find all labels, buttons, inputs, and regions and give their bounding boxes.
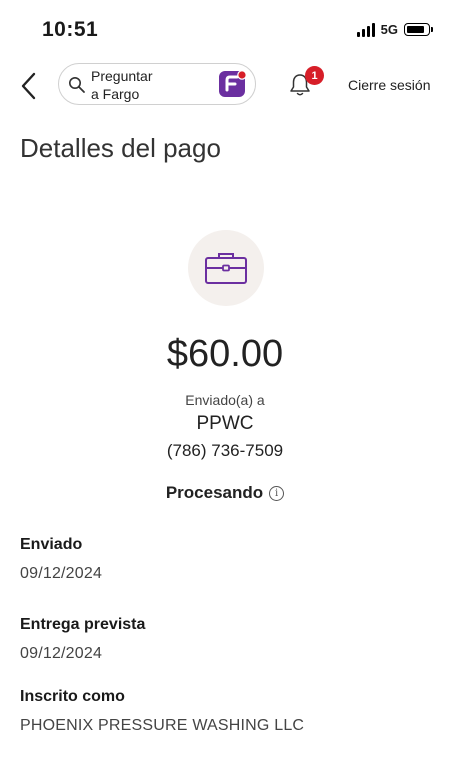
app-header: Preguntar a Fargo 1 Cierre sesión [0, 60, 450, 112]
notification-badge: 1 [305, 66, 324, 85]
enrolled-as-label: Inscrito como [20, 688, 125, 705]
payment-type-icon-container [188, 230, 264, 306]
fargo-logo-icon[interactable] [219, 70, 247, 98]
recipient-phone: (786) 736-7509 [166, 441, 284, 460]
expected-delivery-label: Entrega prevista [20, 616, 146, 633]
status-bar: 10:51 5G [0, 0, 450, 60]
status-label: Procesando [165, 483, 264, 502]
status-indicators: 5G [356, 22, 433, 37]
recipient-name: PPWC [196, 413, 254, 434]
search-icon [69, 77, 85, 93]
battery-icon [404, 23, 433, 36]
ask-fargo-search[interactable]: Preguntar a Fargo [58, 63, 256, 105]
enrolled-as-value: PHOENIX PRESSURE WASHING LLC [20, 717, 305, 734]
search-placeholder: Preguntar a Fargo [91, 68, 153, 102]
signal-icon [356, 22, 375, 37]
payment-amount: $60.00 [166, 333, 284, 375]
sent-to-label: Enviado(a) a [185, 392, 265, 408]
page-title: Detalles del pago [20, 133, 221, 163]
sent-date-value: 09/12/2024 [20, 565, 103, 582]
back-chevron-icon[interactable] [18, 70, 40, 102]
expected-delivery-value: 09/12/2024 [20, 645, 103, 662]
network-type: 5G [380, 22, 398, 37]
logout-button[interactable]: Cierre sesión [348, 77, 430, 93]
sent-date-label: Enviado [20, 536, 83, 553]
status-time: 10:51 [42, 18, 99, 41]
info-icon[interactable]: i [269, 485, 285, 501]
briefcase-icon [205, 253, 247, 284]
payment-status: Procesando i [0, 483, 450, 503]
